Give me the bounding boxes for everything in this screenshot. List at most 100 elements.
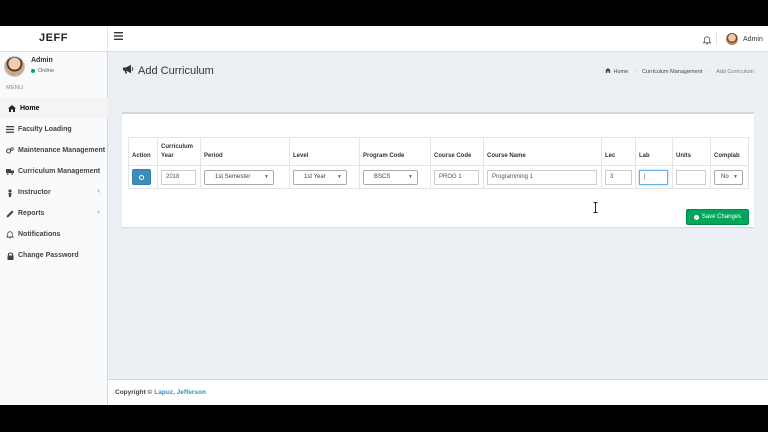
megaphone-icon: [122, 64, 134, 77]
check-circle-icon: ✓: [693, 214, 699, 220]
column-header-lab: Lab: [635, 137, 673, 166]
truck-icon: [6, 168, 14, 176]
online-status-icon: [31, 69, 35, 73]
lab-input[interactable]: |: [639, 169, 668, 185]
level-cell: 1st Year ▼: [289, 165, 360, 189]
column-header-lec: Lec: [601, 137, 636, 166]
save-changes-button[interactable]: ✓ Save Changes: [686, 209, 749, 225]
action-cell: [128, 165, 158, 189]
complab-selected-value: No: [721, 174, 729, 180]
curriculum-table: Action Curriculum Year Period Level Progr…: [128, 137, 749, 189]
sidebar-item-home[interactable]: Home: [0, 98, 108, 119]
sidebar-item-label: Change Password: [18, 252, 79, 259]
chevron-left-icon: ‹: [97, 188, 100, 195]
breadcrumb-curriculum-management[interactable]: Curriculum Management: [642, 69, 702, 75]
lock-icon: [6, 251, 14, 260]
row-action-button[interactable]: [132, 169, 151, 185]
notifications-bell-icon[interactable]: [702, 32, 717, 46]
lab-cell: |: [635, 165, 673, 189]
user-icon: [6, 188, 14, 197]
sidebar-item-faculty-loading[interactable]: Faculty Loading: [0, 119, 108, 140]
curriculum-form-box: Action Curriculum Year Period Level Progr…: [122, 112, 754, 227]
home-icon: [8, 105, 16, 113]
breadcrumb-separator: ›: [634, 68, 637, 75]
program-code-selected-value: BSCS: [374, 174, 391, 180]
text-cursor-icon: [593, 200, 598, 213]
lec-input[interactable]: 3: [605, 169, 632, 185]
sidebar-toggle-icon[interactable]: [114, 32, 123, 43]
sidebar-item-label: Faculty Loading: [18, 126, 72, 133]
course-name-input[interactable]: Programming 1: [487, 169, 597, 185]
sidebar-item-label: Curriculum Management: [18, 168, 101, 175]
units-input[interactable]: [676, 169, 706, 185]
sidebar-item-curriculum-management[interactable]: Curriculum Management: [0, 161, 108, 182]
footer-author-link[interactable]: Lapuz, Jefferson: [154, 389, 206, 396]
user-status-label: Online: [38, 68, 54, 74]
table-row: 2018 1st Semester ▼ 1st Year ▼ BSCS ▼ PROG: [128, 165, 749, 189]
sidebar-item-notifications[interactable]: Notifications: [0, 224, 108, 245]
app-logo[interactable]: JEFF: [0, 26, 108, 52]
column-header-units: Units: [672, 137, 711, 166]
menu-header: MENU: [6, 85, 24, 91]
table-header-row: Action Curriculum Year Period Level Progr…: [128, 137, 749, 166]
breadcrumb-current: Add Curriculum: [716, 68, 754, 75]
dropdown-arrow-icon: ▼: [337, 174, 342, 180]
column-header-course-name: Course Name: [483, 137, 602, 166]
course-name-cell: Programming 1: [483, 165, 602, 189]
sidebar-item-maintenance-management[interactable]: Maintenance Management: [0, 140, 108, 161]
user-menu[interactable]: Admin: [726, 31, 763, 47]
sidebar-item-label: Maintenance Management: [18, 147, 106, 154]
column-header-action: Action: [128, 137, 158, 166]
column-header-level: Level: [289, 137, 360, 166]
program-code-cell: BSCS ▼: [359, 165, 431, 189]
level-select[interactable]: 1st Year ▼: [293, 169, 347, 185]
user-status: Online: [31, 68, 54, 74]
course-code-cell: PROG 1: [430, 165, 484, 189]
dropdown-arrow-icon: ▼: [264, 174, 269, 180]
home-icon: [604, 68, 611, 75]
main-content: Add Curriculum Home › Curriculum Managem…: [108, 52, 768, 379]
period-cell: 1st Semester ▼: [200, 165, 290, 189]
save-changes-label: Save Changes: [701, 214, 742, 220]
column-header-complab: Complab: [710, 137, 749, 166]
lec-cell: 3: [601, 165, 636, 189]
sidebar-item-label: Instructor: [18, 189, 51, 196]
column-header-period: Period: [200, 137, 290, 166]
sidebar-item-reports[interactable]: Reports ‹: [0, 203, 108, 224]
breadcrumb-home[interactable]: Home: [614, 69, 629, 75]
period-select[interactable]: 1st Semester ▼: [204, 169, 274, 185]
column-header-curriculum-year: Curriculum Year: [157, 137, 201, 166]
curriculum-year-input[interactable]: 2018: [161, 169, 196, 185]
header-text: Year: [161, 153, 174, 159]
curriculum-year-cell: 2018: [157, 165, 201, 189]
column-header-course-code: Course Code: [430, 137, 484, 166]
sidebar-item-instructor[interactable]: Instructor ‹: [0, 182, 108, 203]
top-navbar: Admin: [108, 26, 768, 52]
list-icon: [6, 126, 14, 134]
sidebar: Admin Online MENU Home Faculty Loading M…: [0, 52, 108, 405]
course-code-input[interactable]: PROG 1: [434, 169, 479, 185]
period-selected-value: 1st Semester: [215, 174, 251, 180]
dropdown-arrow-icon: ▼: [408, 174, 413, 180]
program-code-select[interactable]: BSCS ▼: [363, 169, 418, 185]
page-title-text: Add Curriculum: [138, 64, 214, 77]
breadcrumb: Home › Curriculum Management › Add Curri…: [604, 68, 754, 75]
gears-icon: [6, 147, 14, 155]
app-frame: JEFF Admin Admin Online MENU Home Facult…: [0, 26, 768, 405]
gear-icon: [139, 174, 144, 180]
complab-select[interactable]: No ▼: [714, 169, 743, 185]
sidebar-item-change-password[interactable]: Change Password: [0, 245, 108, 266]
dropdown-arrow-icon: ▼: [733, 174, 738, 180]
sidebar-item-label: Reports: [18, 210, 45, 217]
sidebar-item-label: Home: [20, 105, 40, 112]
footer: Copyright © Lapuz, Jefferson: [108, 379, 768, 405]
user-menu-label: Admin: [743, 35, 763, 43]
avatar: [4, 56, 25, 77]
footer-copyright: Copyright ©: [115, 389, 153, 396]
sidebar-item-label: Notifications: [18, 231, 61, 238]
units-cell: [672, 165, 711, 189]
breadcrumb-separator: ›: [708, 68, 711, 75]
chevron-left-icon: ‹: [97, 209, 100, 216]
user-name: Admin: [31, 57, 53, 64]
avatar: [726, 33, 738, 45]
